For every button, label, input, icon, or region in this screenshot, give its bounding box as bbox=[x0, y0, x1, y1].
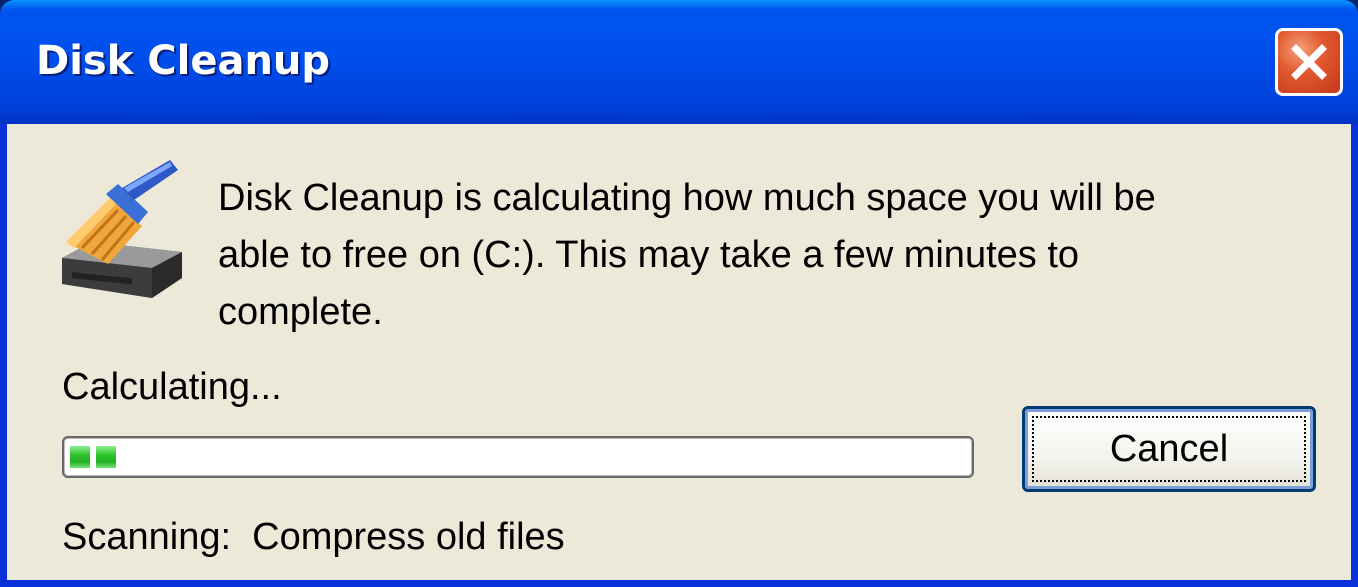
close-button[interactable] bbox=[1275, 28, 1343, 96]
window-bottom-border bbox=[0, 580, 1358, 587]
scan-status: Scanning: Compress old files bbox=[62, 516, 565, 558]
dialog-message: Disk Cleanup is calculating how much spa… bbox=[218, 177, 1156, 333]
window-title: Disk Cleanup bbox=[36, 38, 331, 84]
disk-cleanup-window: Disk Cleanup Disk Cleanup is calculating… bbox=[0, 0, 1358, 587]
progress-chunk bbox=[96, 446, 116, 468]
cancel-button[interactable]: Cancel bbox=[1022, 406, 1316, 492]
title-bar[interactable]: Disk Cleanup bbox=[0, 0, 1358, 124]
status-label: Calculating... bbox=[62, 366, 282, 408]
progress-fill bbox=[70, 446, 116, 468]
progress-chunk bbox=[70, 446, 90, 468]
close-icon bbox=[1291, 44, 1327, 80]
disk-cleanup-broom-icon bbox=[62, 160, 182, 298]
focus-ring bbox=[1032, 416, 1306, 482]
progress-bar bbox=[62, 436, 974, 478]
